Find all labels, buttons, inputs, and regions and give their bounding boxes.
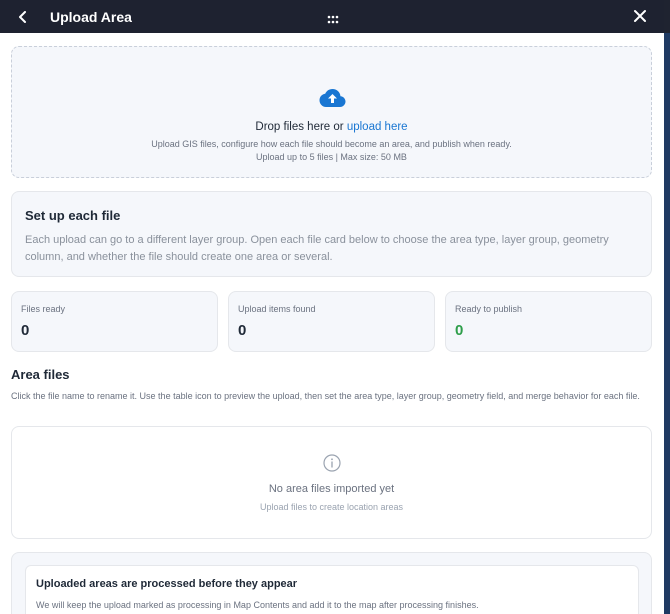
back-button[interactable] bbox=[18, 10, 34, 23]
stat-value: 0 bbox=[455, 322, 464, 339]
upload-link[interactable]: upload here bbox=[347, 121, 408, 133]
stat-value: 0 bbox=[21, 322, 30, 339]
processing-body: We will keep the upload marked as proces… bbox=[36, 600, 479, 610]
empty-hint: Upload files to create location areas bbox=[259, 502, 404, 512]
window-title: Upload Area bbox=[50, 8, 132, 25]
file-dropzone[interactable]: Drop files here or upload here Upload GI… bbox=[11, 46, 652, 178]
setup-info-card: Set up each file Each upload can go to a… bbox=[11, 191, 652, 277]
setup-title: Set up each file bbox=[25, 208, 121, 223]
info-icon bbox=[323, 454, 341, 472]
title-bar: Upload Area bbox=[0, 0, 664, 33]
chevron-left-icon bbox=[19, 10, 26, 23]
processing-card: Uploaded areas are processed before they… bbox=[25, 565, 639, 614]
empty-title: No area files imported yet bbox=[268, 483, 395, 495]
dropzone-prompt: Drop files here or bbox=[255, 121, 344, 133]
processing-notice: Uploaded areas are processed before they… bbox=[11, 552, 652, 614]
setup-body: Each upload can go to a different layer … bbox=[25, 234, 609, 263]
stat-label: Upload items found bbox=[238, 304, 316, 314]
area-files-help: Click the file name to rename it. Use th… bbox=[11, 391, 640, 401]
window-edge bbox=[664, 33, 670, 614]
close-icon bbox=[634, 10, 646, 22]
area-files-empty-state: No area files imported yet Upload files … bbox=[11, 426, 652, 539]
stat-label: Files ready bbox=[21, 304, 66, 314]
dropzone-headline: Drop files here or upload here bbox=[12, 121, 651, 133]
drag-grip-icon[interactable] bbox=[327, 11, 339, 29]
cloud-upload-icon bbox=[319, 89, 346, 107]
area-files-heading: Area files bbox=[11, 367, 70, 382]
dropzone-limits: Upload up to 5 files | Max size: 50 MB bbox=[256, 152, 407, 162]
stat-label: Ready to publish bbox=[455, 304, 523, 314]
stat-value: 0 bbox=[238, 322, 247, 339]
stat-files-ready: Files ready 0 bbox=[11, 291, 218, 352]
processing-title: Uploaded areas are processed before they… bbox=[36, 578, 298, 590]
close-button[interactable] bbox=[633, 9, 647, 28]
dropzone-description: Upload GIS files, configure how each fil… bbox=[151, 139, 512, 149]
stat-upload-items: Upload items found 0 bbox=[228, 291, 435, 352]
upload-panel: Drop files here or upload here Upload GI… bbox=[0, 33, 664, 614]
stat-ready-to-publish: Ready to publish 0 bbox=[445, 291, 652, 352]
